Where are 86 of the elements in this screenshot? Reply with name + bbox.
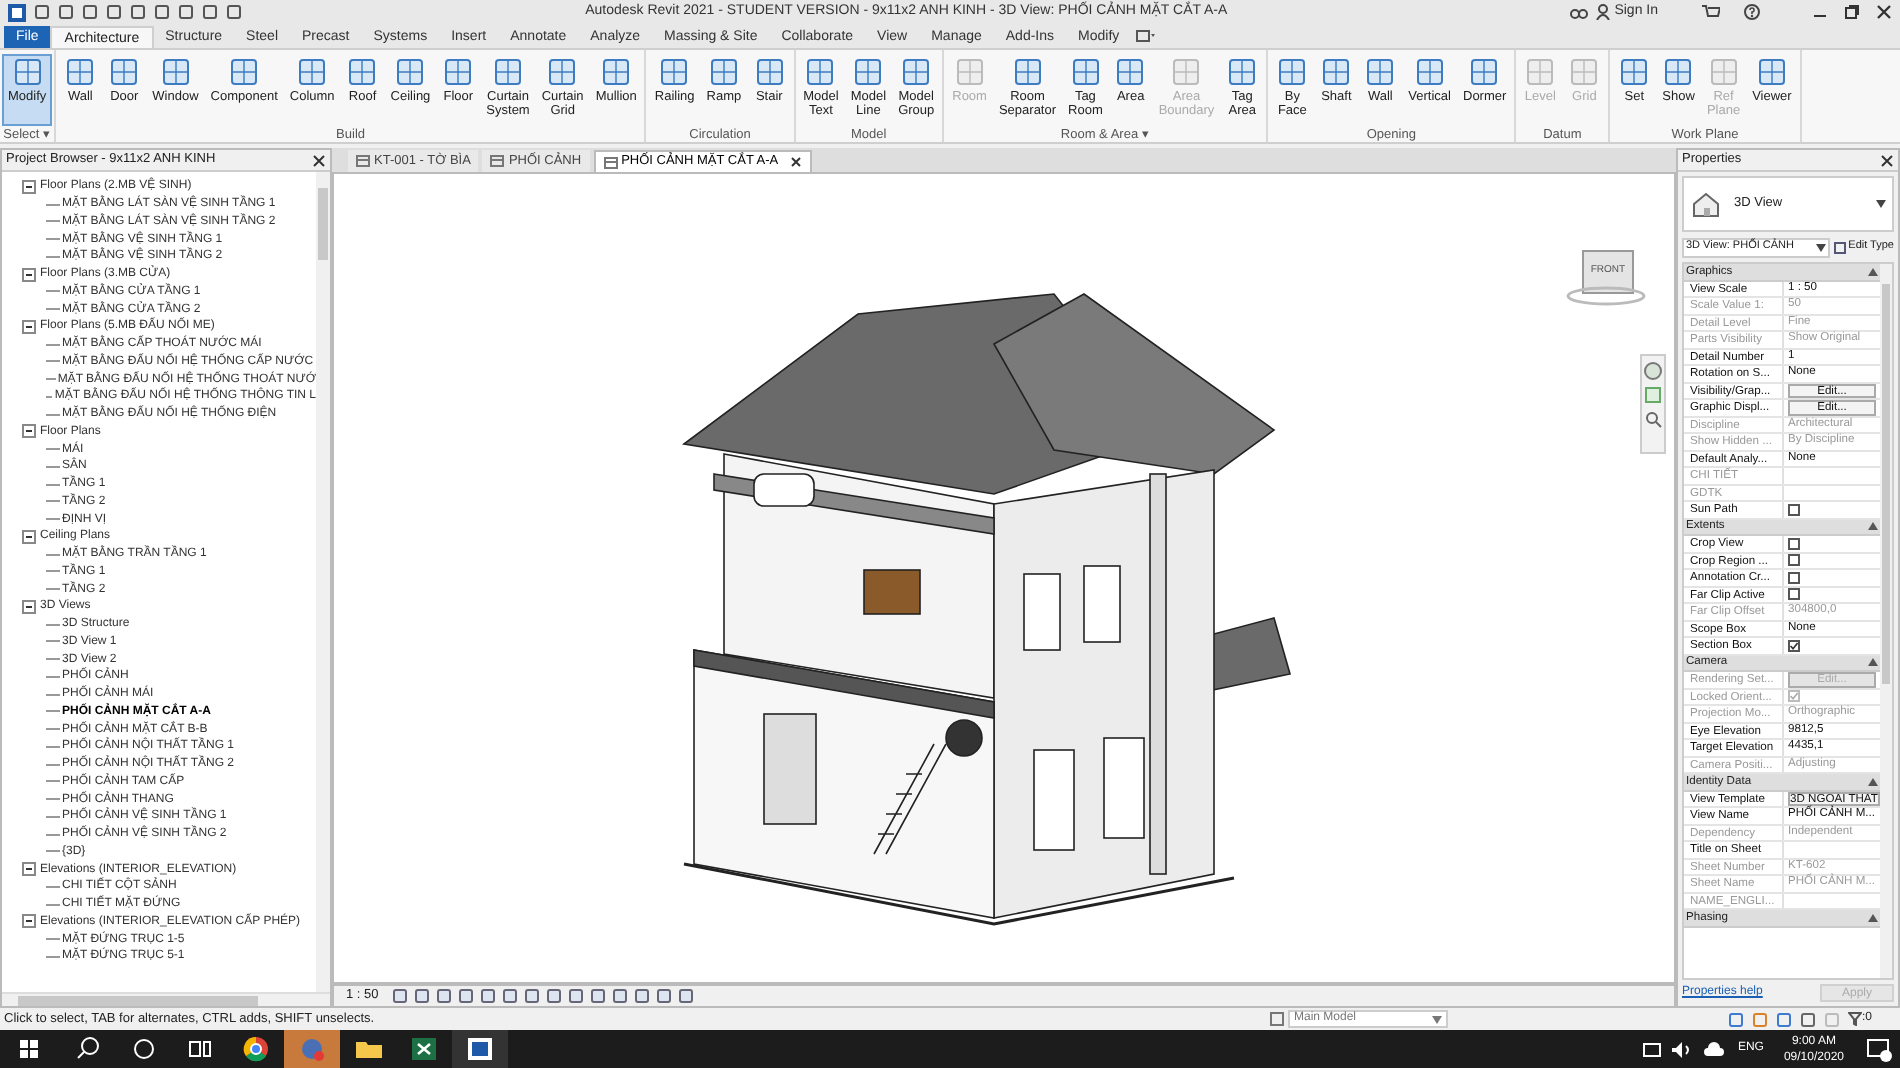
close-icon[interactable] xyxy=(790,156,803,168)
checkbox[interactable] xyxy=(1788,537,1800,550)
square-icon xyxy=(1413,56,1446,88)
square-icon xyxy=(1618,56,1651,88)
collapse-icon[interactable] xyxy=(1868,777,1878,786)
network-icon[interactable] xyxy=(1641,1039,1662,1059)
house-icon xyxy=(1690,188,1722,220)
caret-icon xyxy=(1876,200,1886,208)
square-icon xyxy=(296,56,329,88)
square-icon xyxy=(1011,56,1044,88)
square-icon xyxy=(1276,56,1309,88)
square-icon xyxy=(1524,56,1557,88)
square-icon xyxy=(658,56,691,88)
checkbox[interactable] xyxy=(1788,503,1800,516)
collapse-icon[interactable] xyxy=(1868,522,1878,531)
cloud-icon[interactable] xyxy=(1701,1039,1726,1059)
square-icon xyxy=(1069,56,1102,88)
square-icon xyxy=(1320,56,1353,88)
compass-ring-icon[interactable] xyxy=(1566,286,1646,306)
navigation-bar[interactable] xyxy=(1640,354,1666,454)
square-icon xyxy=(753,56,786,88)
caret-icon xyxy=(1431,1015,1442,1023)
close-icon[interactable] xyxy=(1880,153,1894,167)
panel-options-icon[interactable] xyxy=(1135,28,1156,44)
square-icon xyxy=(953,56,986,88)
caret-icon xyxy=(1816,243,1827,251)
collapse-icon[interactable] xyxy=(22,267,36,282)
square-icon xyxy=(442,56,475,88)
square-icon xyxy=(1170,56,1203,88)
collapse-icon[interactable] xyxy=(1868,658,1878,667)
app-icon[interactable] xyxy=(452,1030,508,1068)
square-icon xyxy=(1364,56,1397,88)
square-icon xyxy=(804,56,837,88)
view-icon xyxy=(356,154,370,168)
square-icon xyxy=(1755,56,1788,88)
scrollbar-thumb[interactable] xyxy=(1882,284,1890,684)
square-icon xyxy=(1468,56,1501,88)
worksets-icon[interactable] xyxy=(1269,1012,1284,1026)
collapse-icon[interactable] xyxy=(22,914,36,929)
collapse-icon[interactable] xyxy=(22,424,36,439)
help-icon[interactable] xyxy=(1744,4,1760,20)
checkbox[interactable] xyxy=(1788,571,1800,584)
collapse-icon[interactable] xyxy=(22,529,36,544)
square-icon xyxy=(707,56,740,88)
square-icon xyxy=(108,56,141,88)
square-icon xyxy=(1114,56,1147,88)
restore-icon[interactable] xyxy=(1844,4,1860,20)
checkbox[interactable] xyxy=(1788,554,1800,567)
square-icon xyxy=(159,56,192,88)
zoom-icon[interactable] xyxy=(1644,410,1662,428)
square-icon xyxy=(492,56,524,88)
collapse-icon[interactable] xyxy=(22,319,36,334)
square-icon xyxy=(1707,56,1740,88)
square-icon xyxy=(600,56,633,88)
speaker-icon[interactable] xyxy=(1669,1039,1694,1059)
collapse-icon[interactable] xyxy=(1868,267,1878,276)
close-icon[interactable] xyxy=(1876,4,1892,20)
collapse-icon[interactable] xyxy=(1868,913,1878,922)
edit-icon xyxy=(1834,241,1847,253)
square-icon xyxy=(1662,56,1695,88)
view-icon xyxy=(490,154,505,168)
scrollbar-thumb[interactable] xyxy=(18,995,258,1005)
square-icon xyxy=(346,56,379,88)
square-icon xyxy=(394,56,427,88)
collapse-icon[interactable] xyxy=(22,179,36,194)
square-icon xyxy=(1226,56,1259,88)
square-icon xyxy=(852,56,885,88)
checkbox[interactable] xyxy=(1788,588,1800,601)
app-logo-icon[interactable] xyxy=(8,3,26,21)
square-icon xyxy=(900,56,933,88)
collapse-icon[interactable] xyxy=(22,599,36,614)
square-icon xyxy=(228,56,261,88)
collapse-icon[interactable] xyxy=(22,862,36,877)
square-icon xyxy=(11,56,44,88)
checkbox[interactable] xyxy=(1788,639,1800,652)
square-icon xyxy=(1568,56,1601,88)
binoculars-icon[interactable] xyxy=(1570,4,1589,20)
square-icon xyxy=(64,56,97,88)
scrollbar-thumb[interactable] xyxy=(318,188,328,260)
view-icon xyxy=(603,155,618,169)
filter-icon[interactable] xyxy=(1847,1012,1862,1026)
close-icon[interactable] xyxy=(312,153,326,167)
person-icon xyxy=(1596,4,1611,20)
cart-icon[interactable] xyxy=(1702,4,1720,20)
square-icon xyxy=(546,56,579,88)
steering-wheel-icon[interactable] xyxy=(1644,362,1662,380)
